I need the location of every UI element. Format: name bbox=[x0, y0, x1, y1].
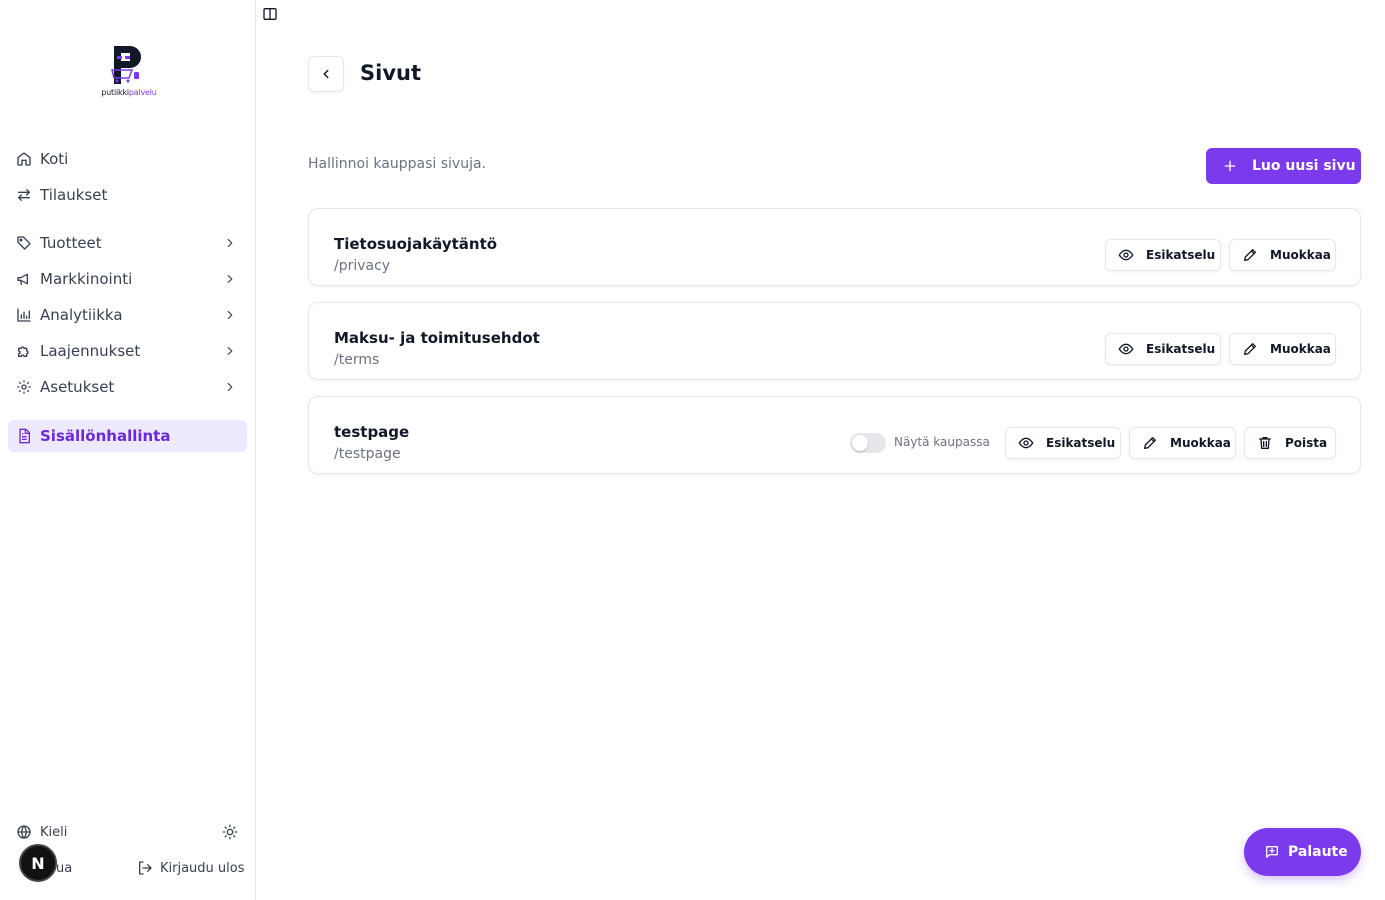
edit-button[interactable]: Muokkaa bbox=[1229, 239, 1336, 271]
sidebar-item-analytiikka[interactable]: Analytiikka bbox=[8, 299, 247, 331]
gear-icon bbox=[16, 379, 32, 395]
help-label: ua bbox=[56, 860, 73, 876]
preview-button[interactable]: Esikatselu bbox=[1105, 239, 1221, 271]
logout-icon bbox=[139, 861, 152, 875]
eye-icon bbox=[1118, 343, 1134, 355]
edit-button[interactable]: Muokkaa bbox=[1129, 427, 1236, 459]
feedback-button[interactable]: Palaute bbox=[1244, 828, 1361, 876]
delete-label: Poista bbox=[1285, 436, 1328, 450]
sidebar-item-koti[interactable]: Koti bbox=[8, 143, 247, 175]
pencil-icon bbox=[1244, 343, 1256, 355]
page-card-slug: /terms bbox=[334, 352, 380, 368]
avatar-letter: N bbox=[31, 853, 45, 873]
sidebar-item-label: Markkinointi bbox=[40, 270, 133, 288]
sidebar-item-label: Tuotteet bbox=[40, 234, 102, 252]
sidebar-toggle-icon[interactable] bbox=[262, 6, 278, 22]
sidebar-item-laajennukset[interactable]: Laajennukset bbox=[8, 335, 247, 367]
pencil-icon bbox=[1144, 437, 1156, 449]
document-icon bbox=[16, 428, 32, 444]
sidebar-item-tilaukset[interactable]: Tilaukset bbox=[8, 179, 247, 211]
sidebar-item-label: Asetukset bbox=[40, 378, 115, 396]
logout-button[interactable]: Kirjaudu ulos bbox=[137, 860, 245, 876]
page-card-title: Tietosuojakäytäntö bbox=[334, 235, 498, 253]
pencil-icon bbox=[1244, 249, 1256, 261]
language-label: Kieli bbox=[40, 824, 68, 840]
chevron-right-icon bbox=[227, 238, 233, 248]
toggle-knob bbox=[852, 435, 868, 451]
chevron-left-icon bbox=[323, 69, 329, 79]
sidebar-item-sisallonhallinta[interactable]: Sisällönhallinta bbox=[8, 420, 247, 452]
delete-button[interactable]: Poista bbox=[1244, 427, 1336, 459]
sidebar-item-label: Analytiikka bbox=[40, 306, 123, 324]
page-title: Sivut bbox=[360, 61, 422, 85]
page-card-title: testpage bbox=[334, 423, 410, 441]
chevron-right-icon bbox=[227, 382, 233, 392]
sidebar: putiikkipalvelu Koti Tilaukset Tuotteet bbox=[0, 0, 256, 900]
plus-icon bbox=[1224, 160, 1236, 172]
show-in-store-label: Näytä kaupassa bbox=[894, 435, 990, 449]
create-page-button[interactable]: Luo uusi sivu bbox=[1206, 148, 1361, 184]
language-selector[interactable]: Kieli bbox=[16, 824, 67, 840]
edit-label: Muokkaa bbox=[1270, 248, 1331, 262]
trash-icon bbox=[1259, 437, 1271, 449]
sidebar-item-tuotteet[interactable]: Tuotteet bbox=[8, 227, 247, 259]
bar-chart-icon bbox=[16, 307, 32, 323]
show-in-store-toggle[interactable] bbox=[850, 433, 886, 453]
page-card-slug: /privacy bbox=[334, 258, 391, 274]
edit-label: Muokkaa bbox=[1170, 436, 1231, 450]
page-subtitle: Hallinnoi kauppasi sivuja. bbox=[308, 156, 486, 172]
arrows-exchange-icon bbox=[16, 187, 32, 203]
puzzle-icon bbox=[16, 343, 32, 359]
back-button[interactable] bbox=[308, 56, 344, 92]
edit-label: Muokkaa bbox=[1270, 342, 1331, 356]
theme-toggle[interactable] bbox=[222, 824, 238, 840]
create-page-label: Luo uusi sivu bbox=[1252, 158, 1356, 174]
chevron-right-icon bbox=[227, 346, 233, 356]
message-plus-icon bbox=[1266, 846, 1278, 858]
page-card: Maksu- ja toimitusehdot /terms Esikatsel… bbox=[308, 302, 1361, 380]
preview-button[interactable]: Esikatselu bbox=[1005, 427, 1121, 459]
sidebar-item-label: Sisällönhallinta bbox=[40, 427, 171, 445]
page-card-title: Maksu- ja toimitusehdot bbox=[334, 329, 540, 347]
page-card-slug: /testpage bbox=[334, 446, 401, 462]
home-icon bbox=[16, 151, 32, 167]
feedback-label: Palaute bbox=[1288, 844, 1348, 860]
globe-icon bbox=[17, 825, 31, 839]
edit-button[interactable]: Muokkaa bbox=[1229, 333, 1336, 365]
eye-icon bbox=[1118, 249, 1134, 261]
page-card: Tietosuojakäytäntö /privacy Esikatselu M… bbox=[308, 208, 1361, 286]
page-card: testpage /testpage Näytä kaupassa Esikat… bbox=[308, 396, 1361, 474]
chevron-right-icon bbox=[227, 274, 233, 284]
preview-button[interactable]: Esikatselu bbox=[1105, 333, 1221, 365]
brand-logo[interactable]: putiikkipalvelu bbox=[96, 42, 162, 100]
sidebar-item-markkinointi[interactable]: Markkinointi bbox=[8, 263, 247, 295]
megaphone-icon bbox=[16, 271, 32, 287]
preview-label: Esikatselu bbox=[1046, 436, 1116, 450]
logo-icon bbox=[111, 46, 141, 84]
sidebar-item-asetukset[interactable]: Asetukset bbox=[8, 371, 247, 403]
sidebar-item-label: Laajennukset bbox=[40, 342, 141, 360]
sidebar-item-label: Tilaukset bbox=[40, 186, 108, 204]
preview-label: Esikatselu bbox=[1146, 248, 1216, 262]
dev-tools-avatar[interactable]: N bbox=[19, 844, 57, 882]
sun-icon bbox=[222, 824, 238, 840]
chevron-right-icon bbox=[227, 310, 233, 320]
tag-icon bbox=[16, 235, 32, 251]
preview-label: Esikatselu bbox=[1146, 342, 1216, 356]
eye-icon bbox=[1018, 437, 1034, 449]
sidebar-item-label: Koti bbox=[40, 150, 69, 168]
logout-label: Kirjaudu ulos bbox=[160, 860, 245, 876]
brand-name: putiikkipalvelu bbox=[101, 88, 157, 97]
